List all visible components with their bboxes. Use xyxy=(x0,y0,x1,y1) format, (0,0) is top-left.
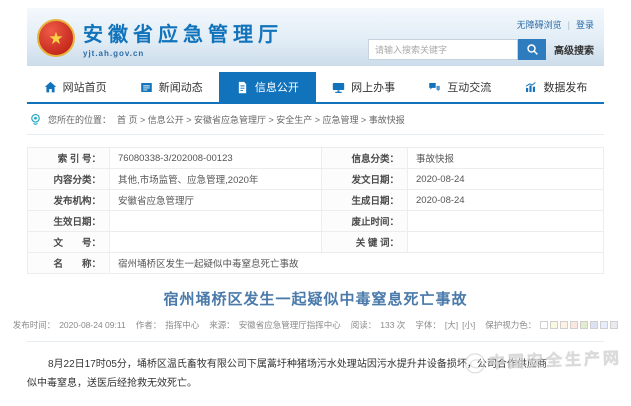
effective-date-label: 生效日期： xyxy=(28,211,110,232)
content-category-label: 内容分类： xyxy=(28,169,110,190)
home-icon xyxy=(44,81,57,94)
table-row: 发布机构： 安徽省应急管理厅 生成日期： 2020-08-24 xyxy=(28,190,604,211)
article-meta: 发布时间：2020-08-24 09:11 作者：指挥中心 来源：安徽省应急管理… xyxy=(27,319,604,342)
eye-protect-color-swatch[interactable] xyxy=(550,321,558,329)
index-number-value: 76080338-3/202008-00123 xyxy=(110,148,322,169)
location-icon xyxy=(29,113,42,126)
document-info-table: 索 引 号： 76080338-3/202008-00123 信息分类： 事故快… xyxy=(27,147,604,274)
source-value: 安徽省应急管理厅指挥中心 xyxy=(239,319,341,331)
breadcrumb-prefix: 您所在的位置： xyxy=(48,113,111,126)
views-label: 阅读： xyxy=(351,319,377,331)
publisher-value: 安徽省应急管理厅 xyxy=(110,190,322,211)
publisher-label: 发布机构： xyxy=(28,190,110,211)
font-small-button[interactable]: [小] xyxy=(462,319,475,331)
author-value: 指挥中心 xyxy=(165,319,199,331)
eye-protect-color-swatch[interactable] xyxy=(610,321,618,329)
eye-protect-color-swatch[interactable] xyxy=(580,321,588,329)
eye-protect-swatches xyxy=(540,321,618,329)
accessibility-link[interactable]: 无障碍浏览 xyxy=(517,18,562,31)
info-category-label: 信息分类： xyxy=(322,148,408,169)
national-emblem-icon: ★ xyxy=(37,19,75,57)
breadcrumb: 您所在的位置： 首 页 > 信息公开 > 安徽省应急管理厅 > 安全生产 > 应… xyxy=(27,104,604,135)
page: ★ 安徽省应急管理厅 yjt.ah.gov.cn 无障碍浏览 | 登录 xyxy=(27,0,604,393)
site-url: yjt.ah.gov.cn xyxy=(83,49,283,58)
nav-item-home[interactable]: 网站首页 xyxy=(27,72,123,102)
links-divider: | xyxy=(568,20,570,30)
body-paragraph-line1: 8月22日17时05分，埇桥区温氏畜牧有限公司下属蒿圩种猪场污水处理站因污水提升… xyxy=(27,355,604,374)
chat-icon xyxy=(428,81,441,94)
table-row: 文 号： 关 键 词： xyxy=(28,232,604,253)
doc-number-label: 文 号： xyxy=(28,232,110,253)
monitor-icon xyxy=(332,81,345,94)
nav-label: 网上办事 xyxy=(351,79,395,95)
name-label: 名 称： xyxy=(28,253,110,274)
site-title: 安徽省应急管理厅 xyxy=(83,18,283,47)
author-label: 作者： xyxy=(136,319,162,331)
font-large-button[interactable]: [大] xyxy=(445,319,458,331)
eye-protect-color-swatch[interactable] xyxy=(600,321,608,329)
article-title: 宿州埇桥区发生一起疑似中毒窒息死亡事故 xyxy=(27,288,604,309)
content-category-value: 其他,市场监管、应急管理,2020年 xyxy=(110,169,322,190)
login-link[interactable]: 登录 xyxy=(576,18,594,31)
news-icon xyxy=(140,81,153,94)
main-nav: 网站首页 新闻动态 信息公开 网上办事 xyxy=(27,72,604,104)
publish-time-label: 发布时间： xyxy=(13,319,56,331)
nav-label: 网站首页 xyxy=(63,79,107,95)
table-row: 内容分类： 其他,市场监管、应急管理,2020年 发文日期： 2020-08-2… xyxy=(28,169,604,190)
eye-protect-color-swatch[interactable] xyxy=(590,321,598,329)
nav-label: 信息公开 xyxy=(255,79,299,95)
document-icon xyxy=(236,81,249,94)
site-brand[interactable]: ★ 安徽省应急管理厅 yjt.ah.gov.cn xyxy=(37,14,283,62)
body-paragraph-line2: 似中毒窒息，送医后经抢救无效死亡。 xyxy=(27,374,604,393)
nav-label: 数据发布 xyxy=(543,79,587,95)
nav-item-news[interactable]: 新闻动态 xyxy=(123,72,219,102)
abolish-date-value xyxy=(408,211,604,232)
nav-label: 互动交流 xyxy=(447,79,491,95)
issue-date-value: 2020-08-24 xyxy=(408,169,604,190)
eye-protect-color-swatch[interactable] xyxy=(540,321,548,329)
advanced-search-link[interactable]: 高级搜索 xyxy=(554,42,594,57)
nav-item-interaction[interactable]: 互动交流 xyxy=(412,72,508,102)
doc-number-value xyxy=(110,232,322,253)
generate-date-value: 2020-08-24 xyxy=(408,190,604,211)
table-row: 索 引 号： 76080338-3/202008-00123 信息分类： 事故快… xyxy=(28,148,604,169)
top-links: 无障碍浏览 | 登录 xyxy=(517,18,594,31)
issue-date-label: 发文日期： xyxy=(322,169,408,190)
keywords-label: 关 键 词： xyxy=(322,232,408,253)
table-row: 名 称： 宿州埇桥区发生一起疑似中毒窒息死亡事故 xyxy=(28,253,604,274)
nav-item-info-disclosure[interactable]: 信息公开 xyxy=(219,72,315,102)
search-icon xyxy=(526,43,539,56)
search-button[interactable] xyxy=(518,39,546,60)
nav-item-data-release[interactable]: 数据发布 xyxy=(508,72,604,102)
breadcrumb-trail[interactable]: 首 页 > 信息公开 > 安徽省应急管理厅 > 安全生产 > 应急管理 > 事故… xyxy=(117,113,405,126)
eye-protect-label: 保护视力色： xyxy=(485,319,536,331)
eye-protect-color-swatch[interactable] xyxy=(570,321,578,329)
generate-date-label: 生成日期： xyxy=(322,190,408,211)
nav-item-online-services[interactable]: 网上办事 xyxy=(316,72,412,102)
source-label: 来源： xyxy=(209,319,235,331)
search-input[interactable] xyxy=(368,39,518,60)
publish-time-value: 2020-08-24 09:11 xyxy=(59,320,125,330)
table-row: 生效日期： 废止时间： xyxy=(28,211,604,232)
effective-date-value xyxy=(110,211,322,232)
index-number-label: 索 引 号： xyxy=(28,148,110,169)
article-body: 8月22日17时05分，埇桥区温氏畜牧有限公司下属蒿圩种猪场污水处理站因污水提升… xyxy=(27,355,604,393)
name-value: 宿州埇桥区发生一起疑似中毒窒息死亡事故 xyxy=(110,253,604,274)
chart-icon xyxy=(524,81,537,94)
keywords-value xyxy=(408,232,604,253)
abolish-date-label: 废止时间： xyxy=(322,211,408,232)
font-size-label: 字体： xyxy=(415,319,441,331)
views-value: 133 次 xyxy=(380,319,405,331)
site-banner: ★ 安徽省应急管理厅 yjt.ah.gov.cn 无障碍浏览 | 登录 xyxy=(27,8,604,66)
search-bar: 高级搜索 xyxy=(368,39,594,60)
eye-protect-color-swatch[interactable] xyxy=(560,321,568,329)
nav-label: 新闻动态 xyxy=(159,79,203,95)
info-category-value: 事故快报 xyxy=(408,148,604,169)
